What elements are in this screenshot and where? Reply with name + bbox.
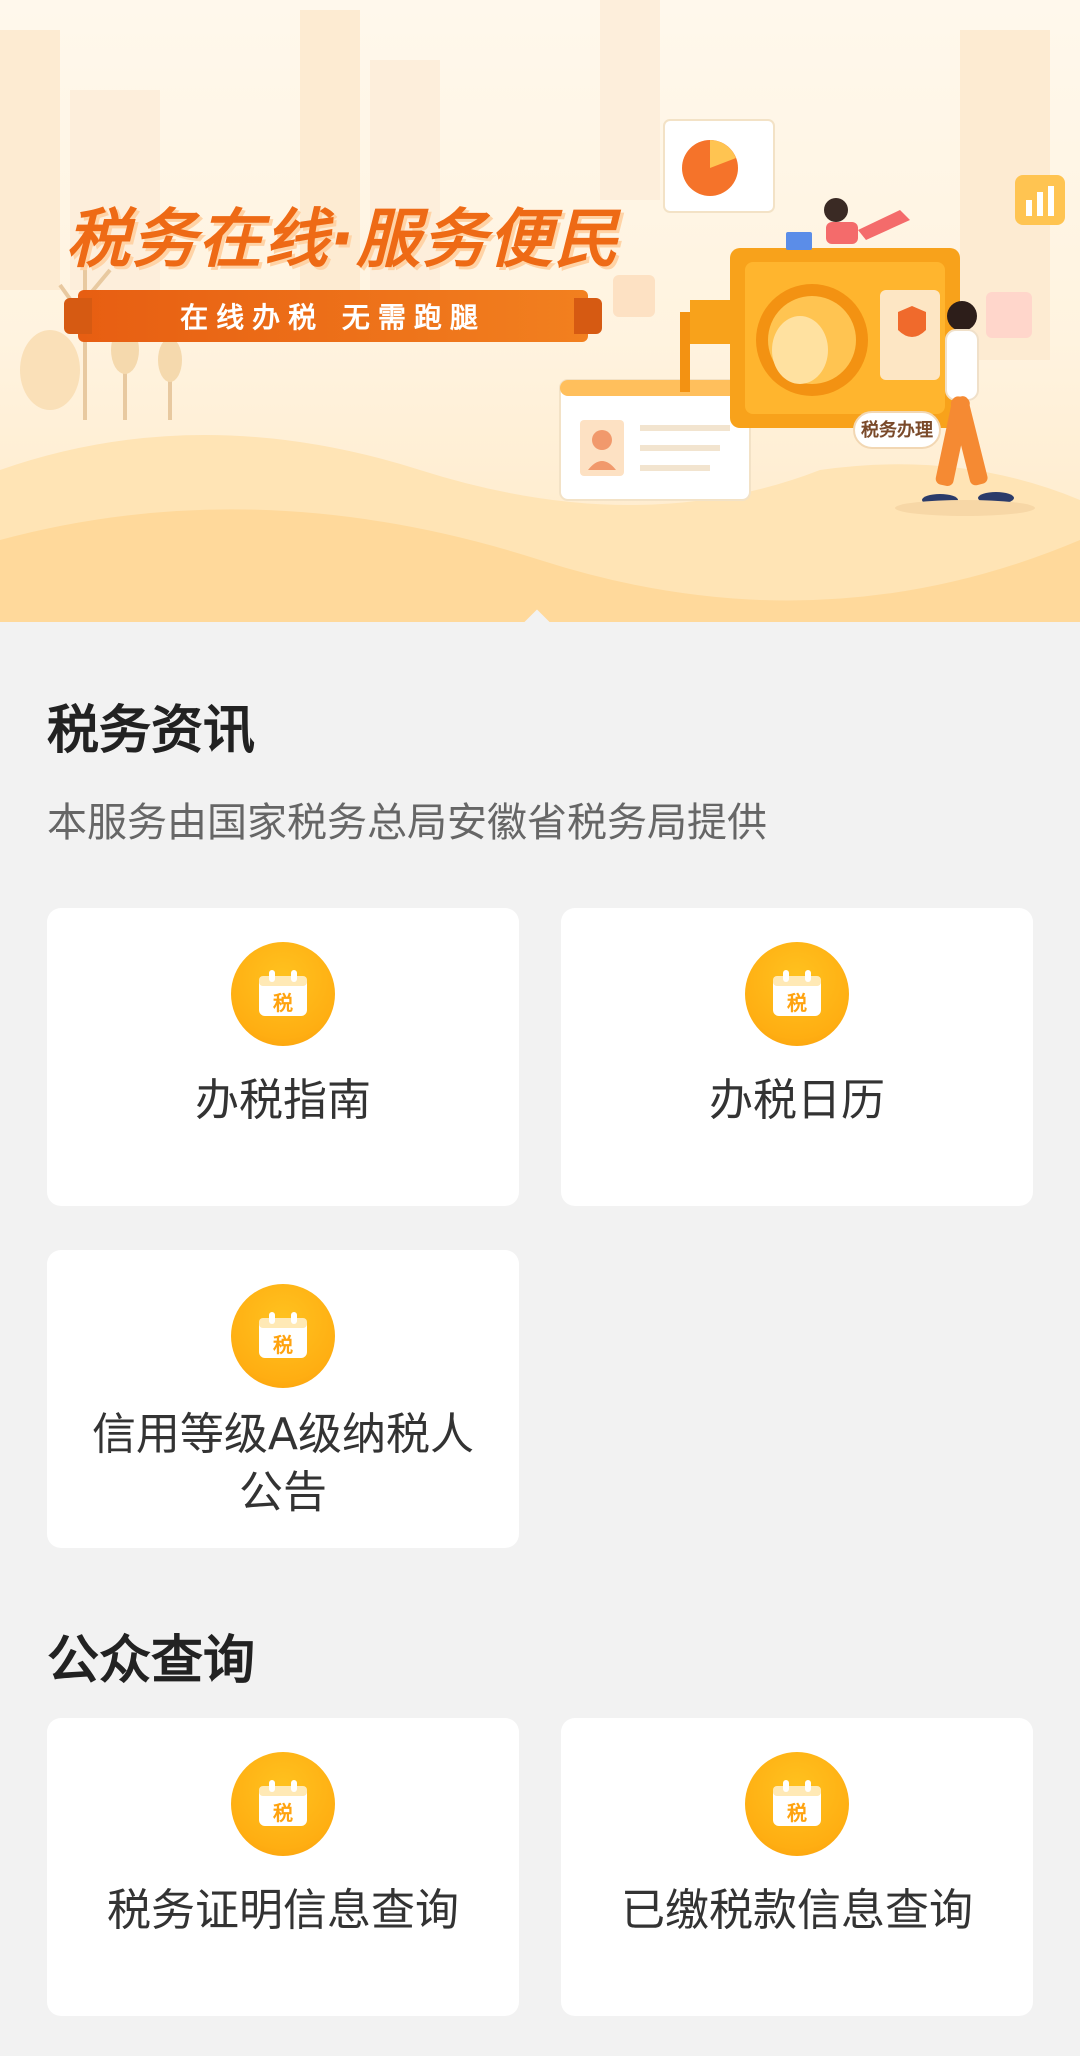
banner-tag: 税务办理 bbox=[861, 419, 933, 441]
banner-ribbon: 在线办税 无需跑腿 bbox=[64, 290, 602, 342]
banner-title: 税务在线·服务便民 bbox=[66, 203, 621, 277]
section-subtitle: 本服务由国家税务总局安徽省税务局提供 bbox=[47, 800, 767, 846]
svg-text:税: 税 bbox=[273, 1801, 293, 1825]
card-label: 已缴税款信息查询 bbox=[621, 1885, 973, 1936]
svg-text:税: 税 bbox=[787, 1801, 807, 1825]
card-tax-guide[interactable]: 税 办税指南 bbox=[47, 908, 519, 1206]
card-label: 信用等级A级纳税人公告 bbox=[91, 1409, 475, 1518]
card-label: 办税指南 bbox=[195, 1075, 371, 1126]
hero-banner: 税务办理 税务在线·服务便民 在线办税 无需跑腿 bbox=[0, 0, 1080, 622]
card-credit-a-taxpayer-notice[interactable]: 税 信用等级A级纳税人公告 bbox=[47, 1250, 519, 1548]
svg-text:税: 税 bbox=[273, 991, 293, 1015]
svg-text:税: 税 bbox=[787, 991, 807, 1015]
card-label: 税务证明信息查询 bbox=[107, 1885, 459, 1936]
section-title-tax-news: 税务资讯 bbox=[47, 701, 256, 761]
card-label: 办税日历 bbox=[709, 1075, 885, 1126]
tax-calendar-icon: 税 bbox=[231, 1752, 335, 1856]
section-title-public-query: 公众查询 bbox=[47, 1631, 256, 1691]
card-paid-tax-query[interactable]: 税 已缴税款信息查询 bbox=[561, 1718, 1033, 2016]
tax-calendar-icon: 税 bbox=[231, 942, 335, 1046]
tax-calendar-icon: 税 bbox=[231, 1284, 335, 1388]
card-tax-calendar[interactable]: 税 办税日历 bbox=[561, 908, 1033, 1206]
svg-text:税: 税 bbox=[273, 1333, 293, 1357]
tax-calendar-icon: 税 bbox=[745, 1752, 849, 1856]
card-tax-certificate-query[interactable]: 税 税务证明信息查询 bbox=[47, 1718, 519, 2016]
tax-calendar-icon: 税 bbox=[745, 942, 849, 1046]
